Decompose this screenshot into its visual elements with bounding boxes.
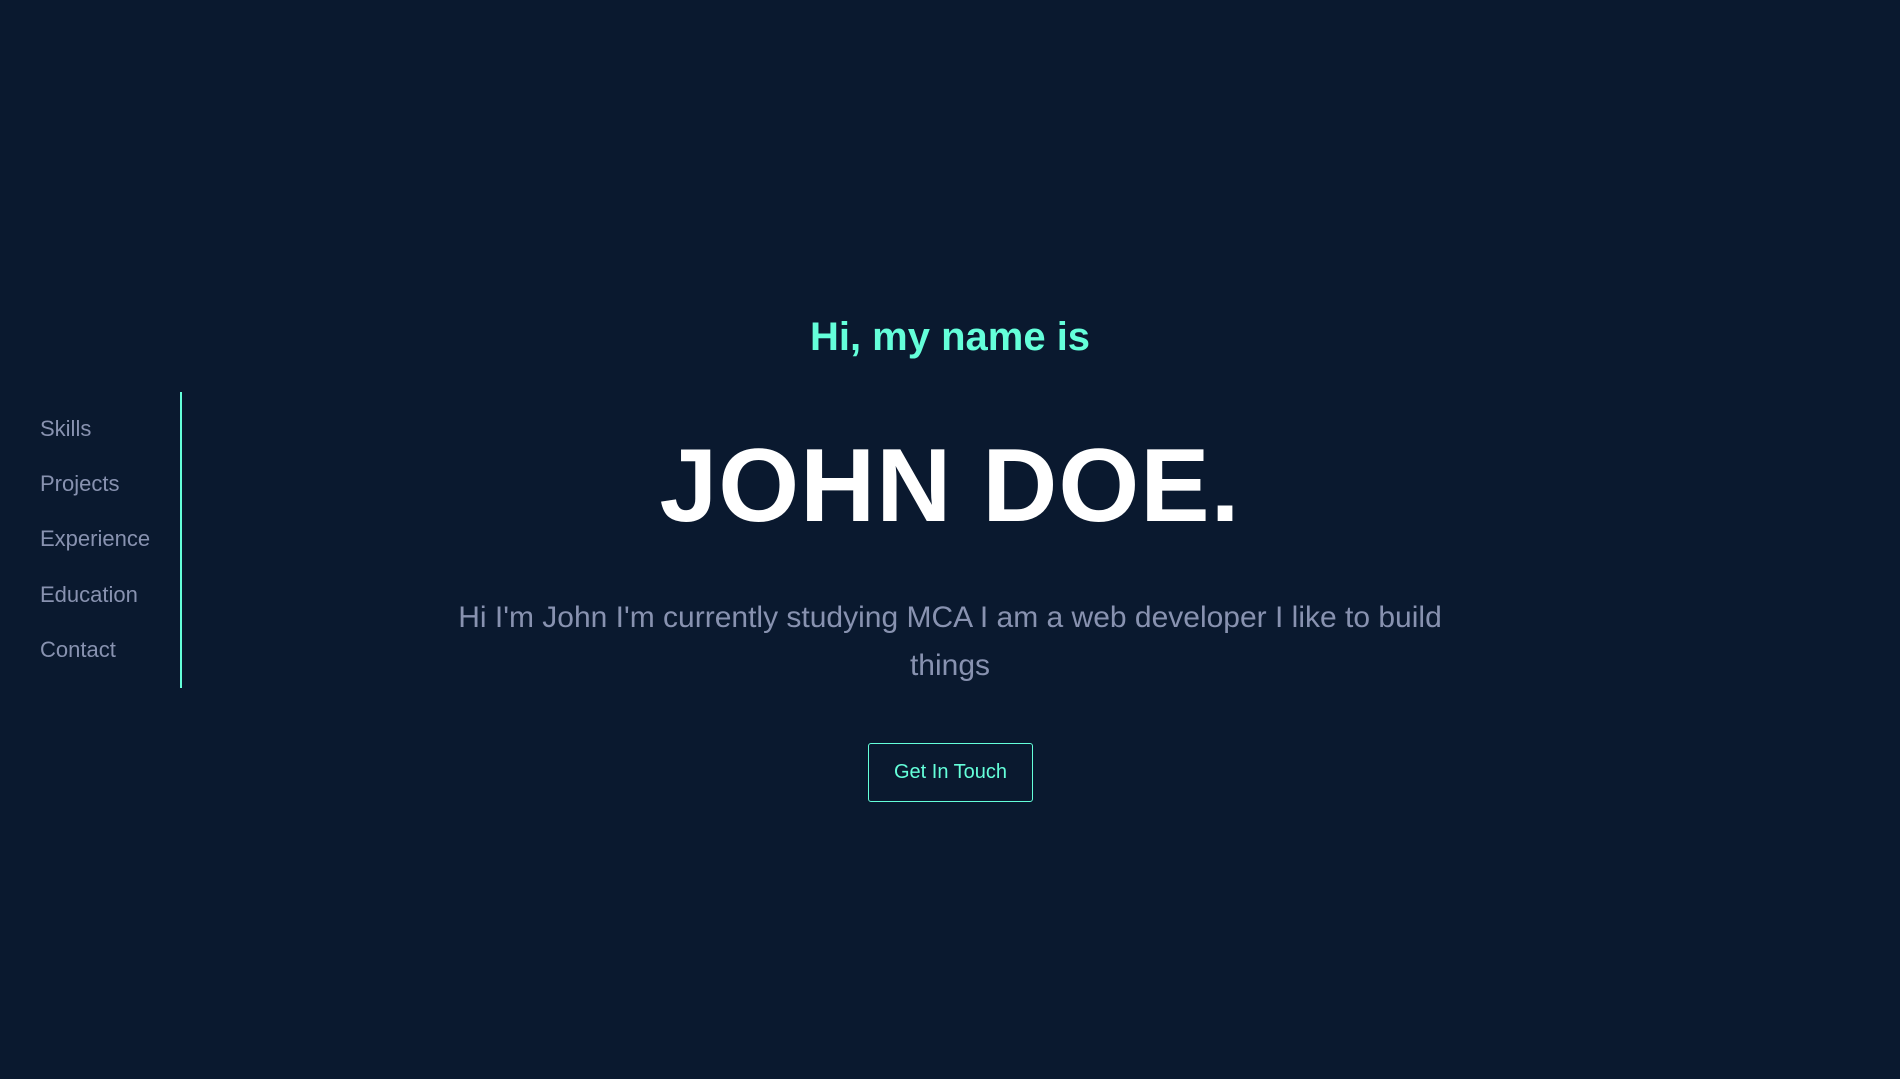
get-in-touch-button[interactable]: Get In Touch xyxy=(868,743,1033,802)
hero-name: JOHN DOE. xyxy=(659,428,1241,544)
hero-intro: Hi I'm John I'm currently studying MCA I… xyxy=(458,601,1442,682)
portfolio-page: Skills Projects Experience Education Con… xyxy=(0,0,1900,1079)
hero-greeting: Hi, my name is xyxy=(809,315,1091,359)
hero-section: Hi, my name is JOHN DOE. Hi I'm John I'm… xyxy=(0,0,1900,1079)
